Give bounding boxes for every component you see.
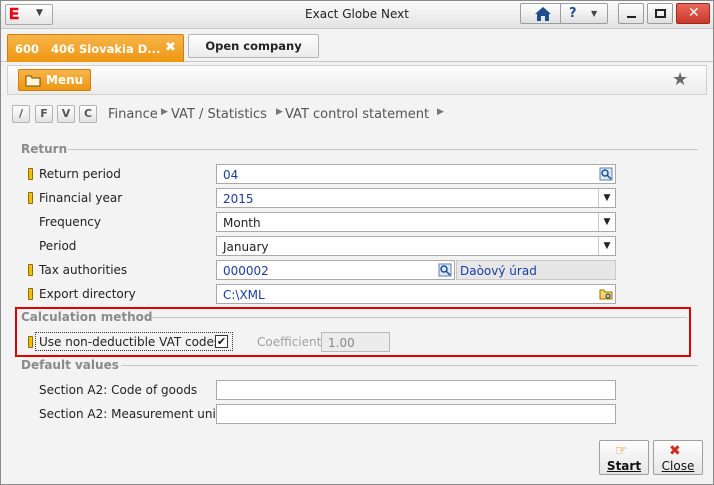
chevron-down-icon: ▼	[591, 9, 598, 18]
folder-icon[interactable]	[599, 287, 613, 301]
divider	[151, 317, 687, 318]
breadcrumb-arrow-icon: ▶	[161, 107, 168, 117]
tax-authorities-value: 000002	[223, 264, 269, 278]
tax-authorities-description: Daòový úrad	[456, 260, 616, 280]
close-button[interactable]: ✖ Close	[653, 440, 703, 475]
breadcrumb-arrow-icon: ▶	[276, 107, 283, 117]
return-period-label: Return period	[39, 167, 121, 181]
close-icon: ✖	[669, 443, 681, 459]
period-value: January	[223, 240, 269, 254]
title-bar: 𝐄 ▼ Exact Globe Next ? ▼ ✕	[1, 1, 713, 29]
tax-authorities-field[interactable]: 000002	[216, 260, 455, 280]
required-marker	[28, 168, 33, 180]
coefficient-field: 1.00	[321, 332, 390, 352]
section-a2-unit-label: Section A2: Measurement unit	[39, 407, 221, 421]
breadcrumb-arrow-icon: ▶	[437, 107, 444, 117]
required-marker	[28, 192, 33, 204]
start-label: Start	[606, 459, 642, 473]
maximize-button[interactable]	[647, 3, 673, 24]
financial-year-value: 2015	[223, 192, 254, 206]
frequency-value: Month	[223, 216, 261, 230]
help-icon: ?	[569, 6, 577, 21]
non-deductible-checkbox[interactable]: ✔	[215, 335, 228, 348]
required-marker	[28, 336, 33, 348]
chevron-down-icon[interactable]: ▼	[598, 189, 615, 207]
export-directory-label: Export directory	[39, 287, 136, 301]
divider	[68, 149, 698, 150]
action-bar: ☞ Start ✖ Close	[7, 438, 707, 478]
tab-company-406[interactable]: 600 406 Slovakia D... ✖	[7, 34, 184, 62]
quick-button-slash[interactable]: /	[12, 105, 30, 123]
tab-company-name: 406 Slovakia D...	[51, 42, 161, 56]
close-tab-icon[interactable]: ✖	[165, 40, 176, 55]
frequency-label: Frequency	[39, 215, 101, 229]
close-label: Close	[661, 459, 695, 473]
quick-button-v[interactable]: V	[57, 105, 75, 123]
section-title-default-values: Default values	[21, 358, 119, 372]
chevron-down-icon[interactable]: ▼	[598, 213, 615, 231]
menu-label: Menu	[46, 73, 84, 87]
home-icon	[535, 7, 551, 21]
tab-company-code: 600	[15, 42, 40, 56]
quick-button-c[interactable]: C	[79, 105, 97, 123]
lookup-icon[interactable]	[599, 167, 613, 181]
required-marker	[28, 288, 33, 300]
tab-bar: 600 406 Slovakia D... ✖ Open company	[1, 29, 713, 62]
financial-year-label: Financial year	[39, 191, 123, 205]
app-window: 𝐄 ▼ Exact Globe Next ? ▼ ✕ 600 406 Slova…	[0, 0, 714, 485]
coefficient-label: Coefficient	[257, 335, 322, 349]
folder-icon	[25, 75, 41, 87]
return-period-field[interactable]: 04	[216, 164, 616, 184]
tax-authorities-label: Tax authorities	[39, 263, 128, 277]
breadcrumb-vat-statistics[interactable]: VAT / Statistics	[171, 107, 267, 122]
maximize-icon	[655, 9, 666, 18]
help-button[interactable]: ? ▼	[560, 3, 608, 24]
star-icon[interactable]: ★	[672, 69, 688, 90]
required-marker	[28, 264, 33, 276]
divider	[121, 365, 698, 366]
export-directory-value: C:\XML	[223, 288, 265, 302]
period-label: Period	[39, 239, 77, 253]
period-dropdown[interactable]: January ▼	[216, 236, 616, 256]
quick-button-f[interactable]: F	[35, 105, 53, 123]
close-window-button[interactable]: ✕	[676, 3, 710, 24]
open-company-tab[interactable]: Open company	[188, 34, 319, 58]
close-icon: ✕	[688, 5, 700, 21]
chevron-down-icon[interactable]: ▼	[598, 237, 615, 255]
non-deductible-label[interactable]: Use non-deductible VAT codes	[39, 335, 220, 349]
section-a2-goods-field[interactable]	[216, 380, 616, 400]
section-a2-unit-field[interactable]	[216, 404, 616, 424]
start-icon: ☞	[615, 443, 628, 459]
frequency-dropdown[interactable]: Month ▼	[216, 212, 616, 232]
section-title-calculation-method: Calculation method	[21, 310, 153, 324]
export-directory-field[interactable]: C:\XML	[216, 284, 616, 304]
start-button[interactable]: ☞ Start	[599, 440, 649, 475]
lookup-icon[interactable]	[438, 263, 452, 277]
financial-year-dropdown[interactable]: 2015 ▼	[216, 188, 616, 208]
menu-button[interactable]: Menu	[18, 69, 91, 91]
breadcrumb-vat-control-statement[interactable]: VAT control statement	[285, 107, 429, 122]
breadcrumb-finance[interactable]: Finance	[108, 107, 158, 122]
minimize-icon	[627, 16, 636, 18]
menu-strip: Menu ★	[7, 65, 707, 95]
section-a2-goods-label: Section A2: Code of goods	[39, 383, 198, 397]
minimize-button[interactable]	[618, 3, 644, 24]
return-period-value: 04	[223, 168, 239, 182]
section-title-return: Return	[21, 142, 68, 156]
